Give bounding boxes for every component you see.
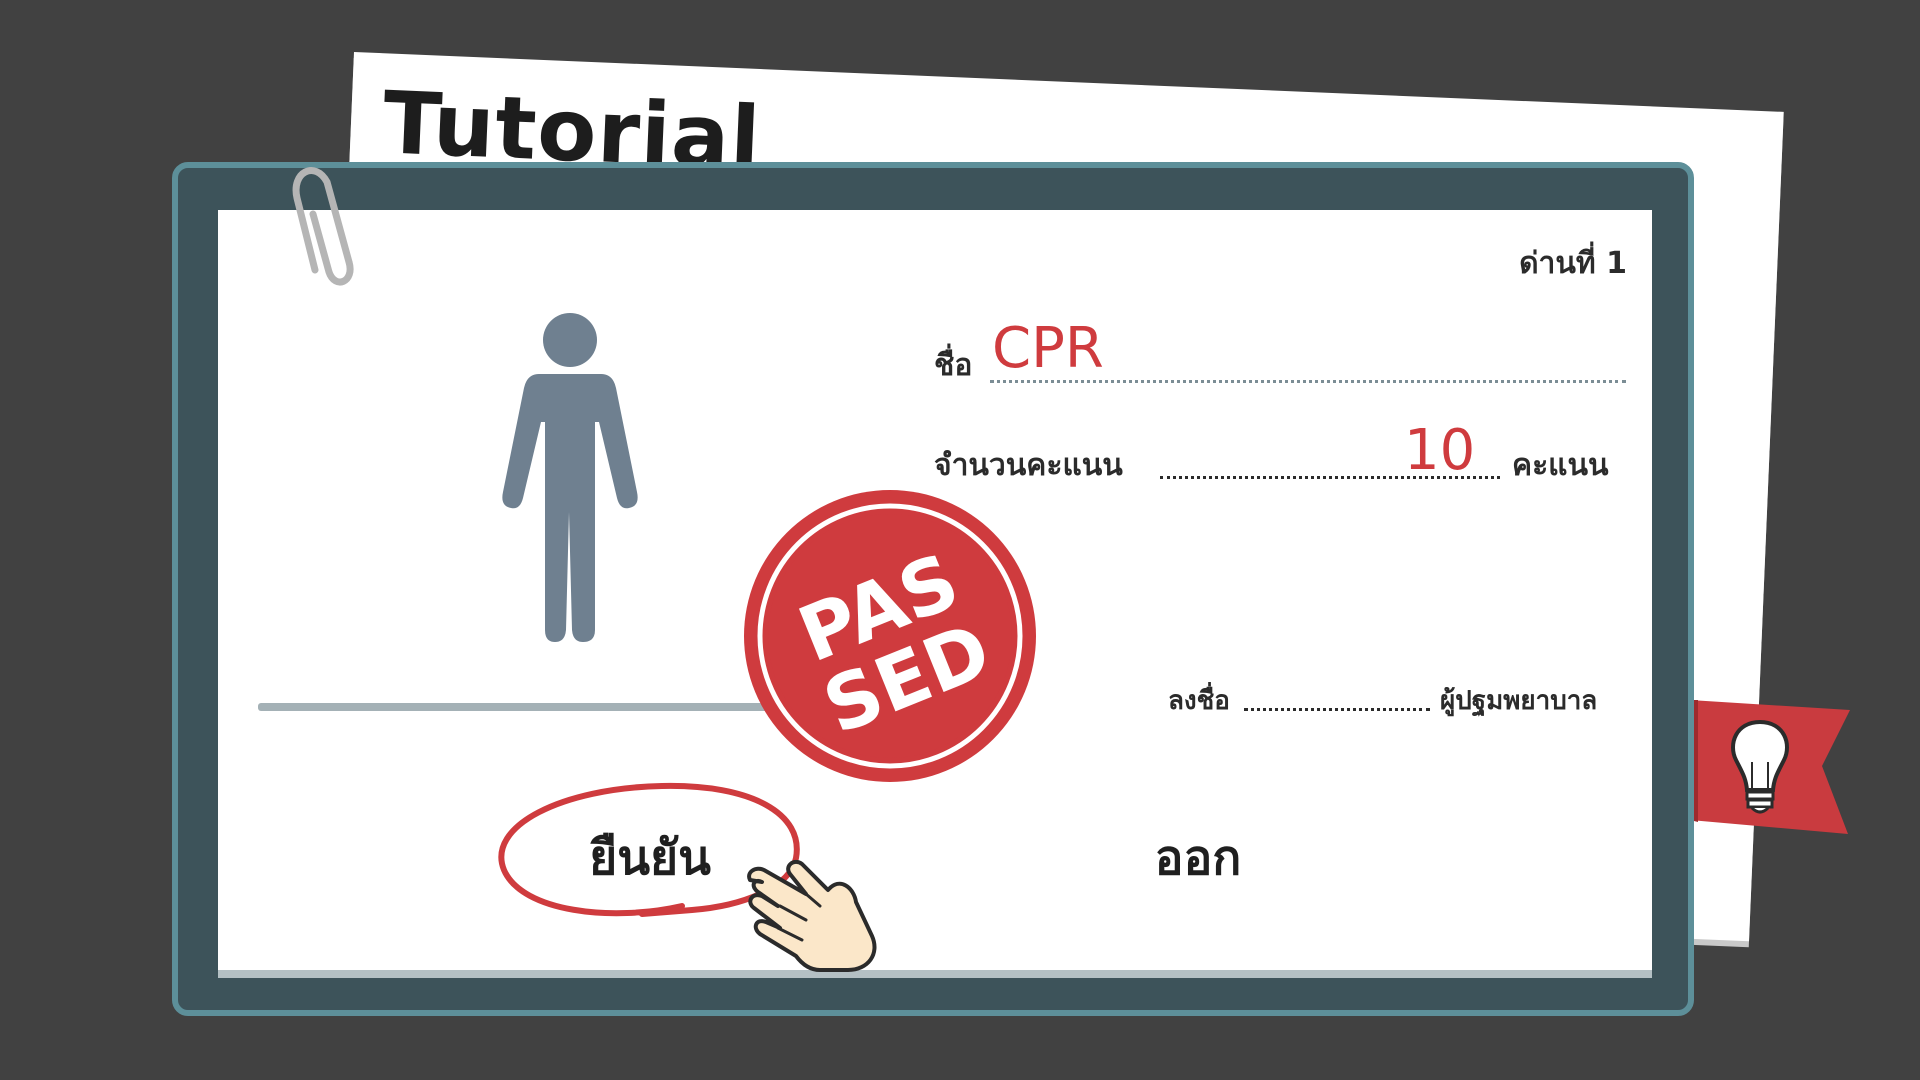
confirm-button[interactable]: ยืนยัน	[540, 820, 760, 890]
pointing-hand-icon	[747, 859, 877, 972]
score-unit: คะแนน	[1512, 448, 1609, 483]
signature-label: ลงชื่อ	[1168, 686, 1230, 716]
ground-line	[258, 703, 778, 711]
exit-button[interactable]: ออก	[1118, 820, 1278, 890]
signature-role: ผู้ปฐมพยาบาล	[1440, 686, 1598, 716]
game-screen: { "tutorial_sheet": { "title": "Tutorial…	[0, 0, 1920, 1080]
paperclip-icon	[292, 167, 354, 286]
person-icon	[502, 313, 638, 642]
signature-line	[1244, 708, 1430, 711]
passed-stamp: PAS SED	[744, 490, 1036, 782]
hint-ribbon[interactable]	[1690, 700, 1850, 838]
score-value: 10	[1404, 418, 1476, 483]
level-label: ด่านที่ 1	[1519, 246, 1627, 281]
score-label: จำนวนคะแนน	[934, 448, 1123, 483]
name-underline	[990, 380, 1626, 383]
name-value: CPR	[992, 316, 1104, 381]
name-label: ชื่อ	[934, 348, 973, 383]
